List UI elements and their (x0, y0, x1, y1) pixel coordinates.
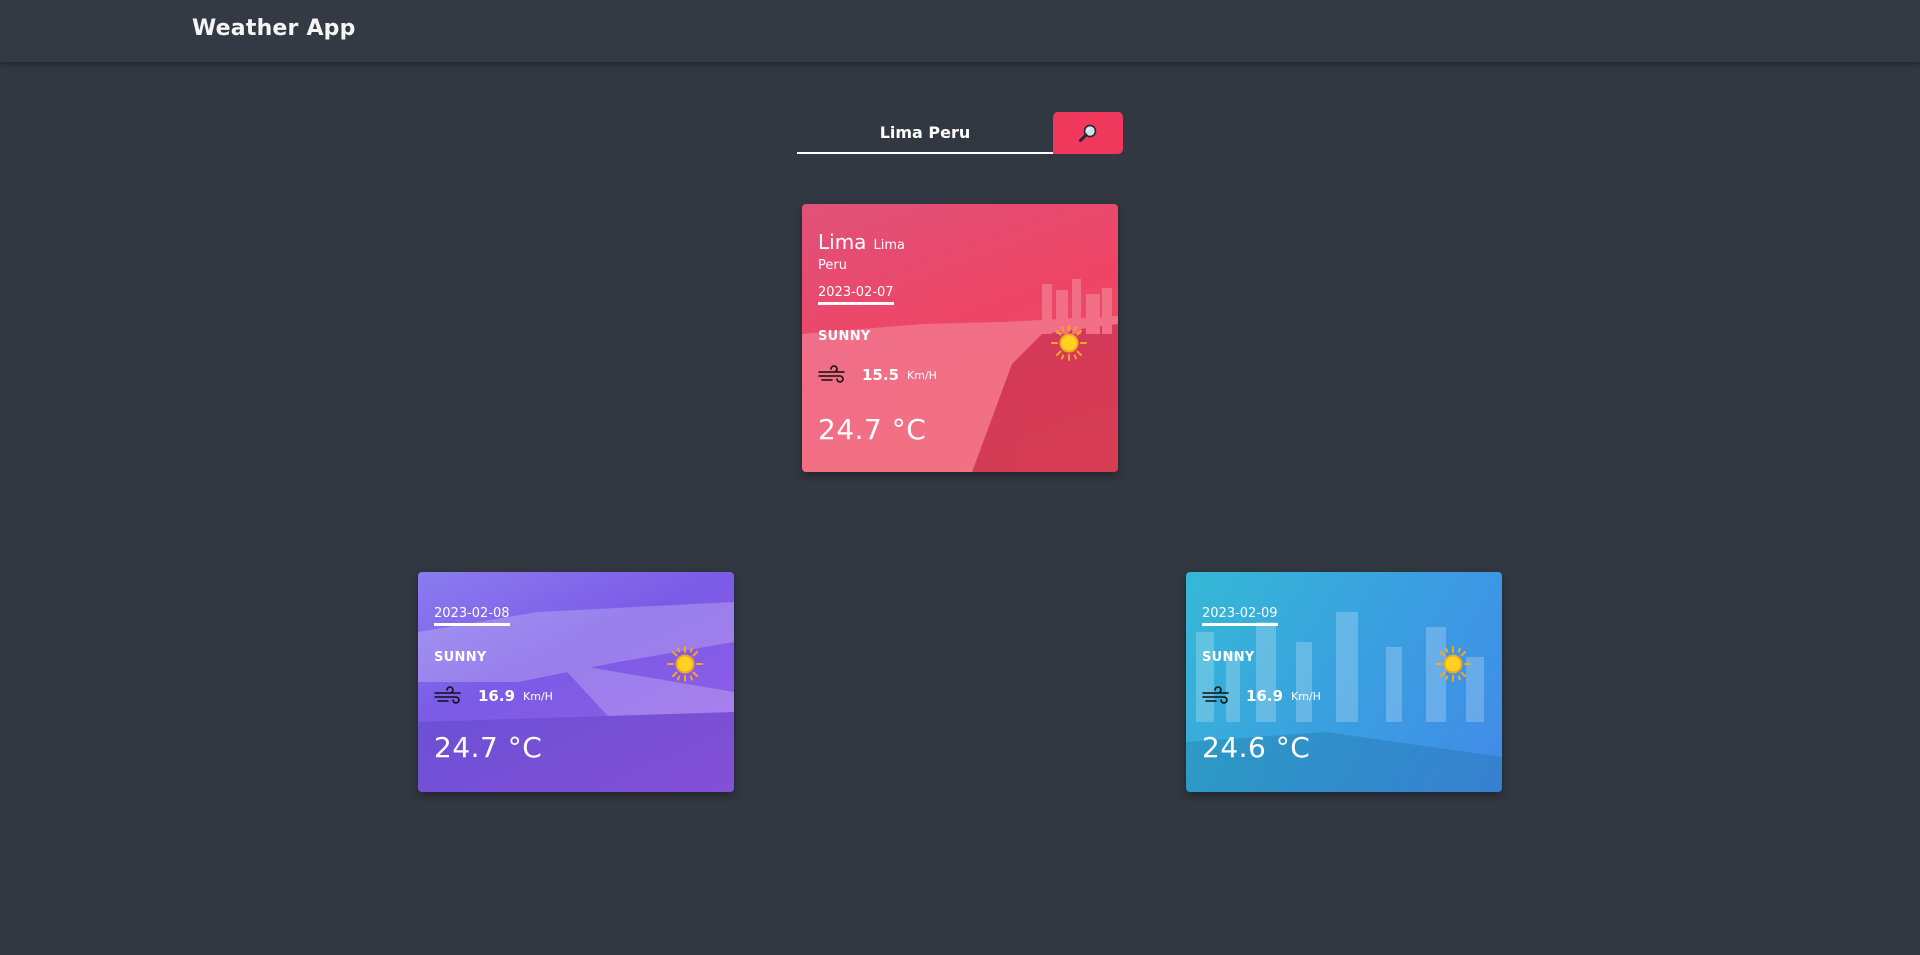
wind-info: 16.9 Km/H (1202, 685, 1321, 707)
forecast-date: 2023-02-09 (1202, 606, 1278, 626)
city-name: Lima (818, 230, 867, 254)
sun-icon (1051, 325, 1087, 361)
wind-icon (434, 686, 461, 704)
weather-condition: SUNNY (1202, 650, 1255, 665)
wind-icon (818, 365, 845, 383)
current-weather-card: Lima Lima Peru 2023-02-07 SUNNY 15.5 Km/… (802, 204, 1118, 472)
forecast-date: 2023-02-08 (434, 606, 510, 626)
app-title: Weather App (192, 16, 356, 41)
temperature: 24.6 °C (1202, 731, 1311, 764)
forecast-card: 2023-02-08 SUNNY 16.9 Km/H 24.7 °C (418, 572, 734, 792)
search-input[interactable] (797, 112, 1053, 154)
forecast-date: 2023-02-07 (818, 285, 894, 305)
wind-unit: Km/H (523, 689, 553, 703)
top-navbar: Weather App (0, 0, 1920, 62)
wind-info: 15.5 Km/H (818, 364, 937, 386)
wind-unit: Km/H (907, 368, 937, 382)
wind-info: 16.9 Km/H (434, 685, 553, 707)
sun-icon (1435, 646, 1471, 682)
forecast-card: 2023-02-09 SUNNY 16.9 Km/H 24.6 °C (1186, 572, 1502, 792)
city-region: Lima (873, 238, 906, 253)
weather-condition: SUNNY (818, 329, 871, 344)
temperature: 24.7 °C (434, 731, 543, 764)
wind-unit: Km/H (1291, 689, 1321, 703)
wind-speed: 16.9 (478, 687, 516, 705)
wind-icon (1202, 686, 1229, 704)
weather-condition: SUNNY (434, 650, 487, 665)
search-button[interactable] (1053, 112, 1123, 154)
country-name: Peru (818, 258, 847, 273)
sun-icon (667, 646, 703, 682)
search-bar (797, 112, 1123, 154)
search-icon (1079, 124, 1097, 142)
wind-speed: 15.5 (862, 366, 900, 384)
temperature: 24.7 °C (818, 413, 927, 446)
wind-speed: 16.9 (1246, 687, 1284, 705)
